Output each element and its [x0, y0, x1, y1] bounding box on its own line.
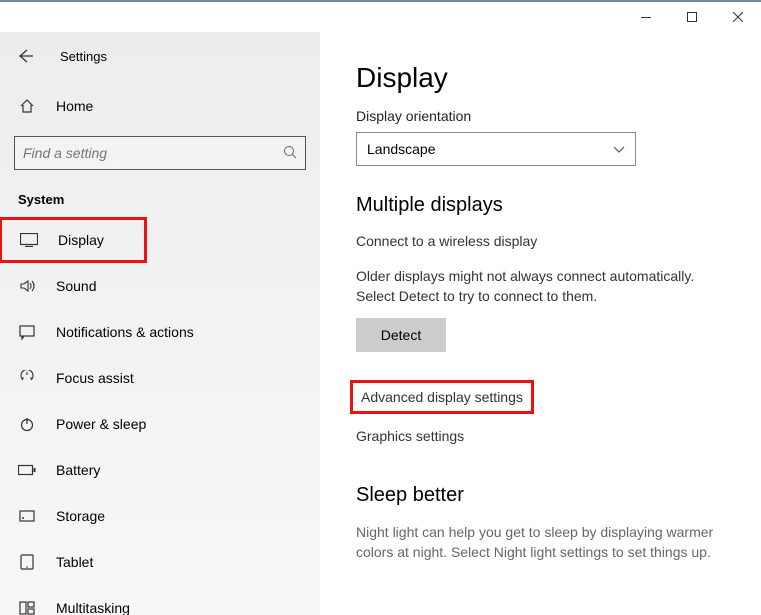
orientation-dropdown[interactable]: Landscape — [356, 132, 636, 166]
close-button[interactable] — [715, 2, 761, 32]
sidebar-item-label: Power & sleep — [56, 416, 146, 432]
page-title: Display — [356, 62, 731, 94]
sleep-better-desc: Night light can help you get to sleep by… — [356, 523, 731, 562]
wireless-display-link[interactable]: Connect to a wireless display — [356, 233, 731, 249]
sidebar-item-display[interactable]: Display — [0, 217, 147, 263]
sound-icon — [18, 277, 36, 295]
sidebar-item-battery[interactable]: Battery — [0, 447, 320, 493]
category-label: System — [0, 174, 320, 217]
sidebar-item-label: Sound — [56, 278, 96, 294]
power-icon — [18, 415, 36, 433]
sidebar-item-focus-assist[interactable]: Focus assist — [0, 355, 320, 401]
sleep-better-title: Sleep better — [356, 484, 731, 507]
sidebar-item-label: Storage — [56, 508, 105, 524]
sidebar-item-multitasking[interactable]: Multitasking — [0, 585, 320, 615]
advanced-display-settings-link[interactable]: Advanced display settings — [350, 380, 534, 414]
sidebar-item-label: Display — [58, 232, 104, 248]
sidebar-item-power-sleep[interactable]: Power & sleep — [0, 401, 320, 447]
tablet-icon — [18, 553, 36, 571]
search-box[interactable] — [14, 136, 306, 170]
sidebar-item-storage[interactable]: Storage — [0, 493, 320, 539]
orientation-label: Display orientation — [356, 108, 731, 124]
sidebar: Settings Home System Display — [0, 32, 320, 615]
detect-help-text: Older displays might not always connect … — [356, 267, 731, 306]
back-button[interactable] — [14, 45, 36, 67]
sidebar-item-label: Battery — [56, 462, 100, 478]
maximize-button[interactable] — [669, 2, 715, 32]
title-bar — [0, 0, 761, 32]
sidebar-item-label: Multitasking — [56, 600, 130, 615]
sidebar-item-sound[interactable]: Sound — [0, 263, 320, 309]
orientation-value: Landscape — [367, 141, 436, 157]
home-icon — [18, 97, 36, 115]
chevron-down-icon — [613, 141, 625, 157]
sidebar-item-label: Tablet — [56, 554, 93, 570]
storage-icon — [18, 507, 36, 525]
home-nav[interactable]: Home — [0, 84, 320, 128]
home-label: Home — [56, 98, 93, 114]
content-pane: Display Display orientation Landscape Mu… — [320, 32, 761, 615]
search-icon — [283, 145, 297, 162]
notifications-icon — [18, 323, 36, 341]
sidebar-item-label: Notifications & actions — [56, 324, 194, 340]
multitasking-icon — [18, 599, 36, 615]
minimize-button[interactable] — [623, 2, 669, 32]
battery-icon — [18, 461, 36, 479]
detect-button[interactable]: Detect — [356, 318, 446, 352]
sidebar-item-label: Focus assist — [56, 370, 134, 386]
display-icon — [20, 231, 38, 249]
search-input[interactable] — [23, 145, 270, 161]
sidebar-item-tablet[interactable]: Tablet — [0, 539, 320, 585]
focus-icon — [18, 369, 36, 387]
multiple-displays-title: Multiple displays — [356, 194, 731, 217]
app-title: Settings — [60, 49, 107, 64]
graphics-settings-link[interactable]: Graphics settings — [356, 428, 731, 444]
sidebar-item-notifications[interactable]: Notifications & actions — [0, 309, 320, 355]
